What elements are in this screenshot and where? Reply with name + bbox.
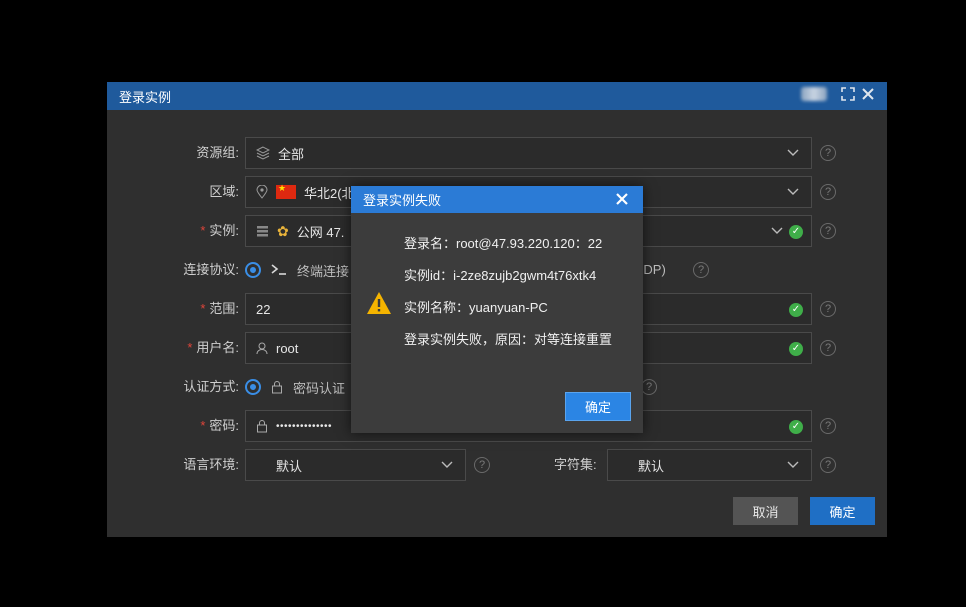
alert-header: 登录实例失败 xyxy=(351,186,643,213)
language-label: 语言环境: xyxy=(183,457,239,472)
chevron-down-icon xyxy=(771,227,783,234)
row-language-charset: 语言环境: 默认 ? 字符集: 默认 ? xyxy=(107,449,887,481)
os-icon: ✿ xyxy=(277,222,289,239)
check-circle-icon: ✓ xyxy=(789,303,803,317)
port-label: * 范围: xyxy=(200,293,239,325)
auth-password-label[interactable]: 密码认证 xyxy=(293,378,345,397)
resource-group-select[interactable]: 全部 xyxy=(245,137,812,169)
location-icon xyxy=(256,185,268,199)
port-label-text: 范围: xyxy=(209,301,239,316)
lock-icon xyxy=(257,420,267,433)
close-icon[interactable] xyxy=(615,192,629,206)
language-select[interactable]: 默认 xyxy=(245,449,466,481)
required-mark: * xyxy=(200,223,206,238)
resource-group-label: 资源组: xyxy=(196,145,239,160)
charset-value: 默认 xyxy=(638,458,665,474)
help-icon[interactable]: ? xyxy=(820,340,836,356)
instance-value: 公网 47. xyxy=(296,224,345,240)
auth-label: 认证方式: xyxy=(183,379,239,394)
check-circle-icon: ✓ xyxy=(789,420,803,434)
username-label: * 用户名: xyxy=(187,332,239,364)
modal-header: 登录实例 xyxy=(107,82,887,110)
auth-radio-group: 密码认证 xyxy=(245,371,345,403)
help-icon[interactable]: ? xyxy=(820,457,836,473)
port-value: 22 xyxy=(256,301,271,317)
help-icon[interactable]: ? xyxy=(820,145,836,161)
help-icon[interactable]: ? xyxy=(820,418,836,434)
warning-icon xyxy=(367,292,391,314)
required-mark: * xyxy=(187,340,193,355)
region-label: 区域: xyxy=(209,184,239,199)
username-value: root xyxy=(276,340,299,356)
protocol-terminal-label[interactable]: 终端连接 xyxy=(297,261,349,280)
chevron-down-icon xyxy=(787,188,799,195)
alert-line-instance-name: 实例名称：yuanyuan-PC xyxy=(404,300,548,315)
chevron-down-icon xyxy=(787,461,799,468)
terminal-icon xyxy=(271,264,286,275)
password-label-text: 密码: xyxy=(209,418,239,433)
instance-label: * 实例: xyxy=(200,215,239,247)
check-circle-icon: ✓ xyxy=(789,225,803,239)
instance-label-text: 实例: xyxy=(209,223,239,238)
close-icon[interactable] xyxy=(861,87,875,101)
language-value: 默认 xyxy=(276,458,303,474)
auth-radio-password[interactable] xyxy=(245,379,261,395)
alert-message: 登录名：root@47.93.220.120：22 实例id：i-2ze8zuj… xyxy=(404,234,612,362)
confirm-button[interactable]: 确定 xyxy=(810,497,875,525)
help-icon[interactable]: ? xyxy=(820,223,836,239)
help-icon[interactable]: ? xyxy=(693,262,709,278)
layers-icon xyxy=(256,146,270,160)
alert-line-instance-id: 实例id：i-2ze8zujb2gwm4t76xtk4 xyxy=(404,268,597,283)
blurred-user-indicator xyxy=(801,87,827,101)
alert-ok-button[interactable]: 确定 xyxy=(565,392,631,421)
protocol-radio-terminal[interactable] xyxy=(245,262,261,278)
chevron-down-icon xyxy=(787,149,799,156)
fullscreen-icon[interactable] xyxy=(841,87,855,101)
help-icon[interactable]: ? xyxy=(820,301,836,317)
alert-title: 登录实例失败 xyxy=(363,193,442,208)
alert-line-reason: 登录实例失败，原因：对等连接重置 xyxy=(404,332,613,347)
alert-line-login-name: 登录名：root@47.93.220.120：22 xyxy=(404,236,603,251)
user-icon xyxy=(256,342,268,354)
lock-icon xyxy=(272,381,282,394)
check-circle-icon: ✓ xyxy=(789,342,803,356)
charset-label: 字符集: xyxy=(554,457,597,472)
help-icon[interactable]: ? xyxy=(641,379,657,395)
row-resource-group: 资源组: 全部 ? xyxy=(107,137,887,169)
protocol-label: 连接协议: xyxy=(183,262,239,277)
flag-cn-icon xyxy=(276,183,296,199)
cancel-button[interactable]: 取消 xyxy=(733,497,798,525)
resource-group-value: 全部 xyxy=(278,146,305,162)
help-icon[interactable]: ? xyxy=(820,184,836,200)
modal-title: 登录实例 xyxy=(119,89,172,105)
password-label: * 密码: xyxy=(200,410,239,442)
charset-select[interactable]: 默认 xyxy=(607,449,812,481)
login-failed-dialog: 登录实例失败 登录名：root@47.93.220.120：22 实例id：i-… xyxy=(351,186,643,433)
protocol-radio-group: 终端连接 xyxy=(245,254,349,286)
help-icon[interactable]: ? xyxy=(474,457,490,473)
required-mark: * xyxy=(200,301,206,316)
password-value: •••••••••••••• xyxy=(276,420,333,432)
required-mark: * xyxy=(200,418,206,433)
server-icon xyxy=(257,226,268,237)
region-value: 华北2(北 xyxy=(304,185,355,201)
username-label-text: 用户名: xyxy=(196,340,239,355)
chevron-down-icon xyxy=(441,461,453,468)
